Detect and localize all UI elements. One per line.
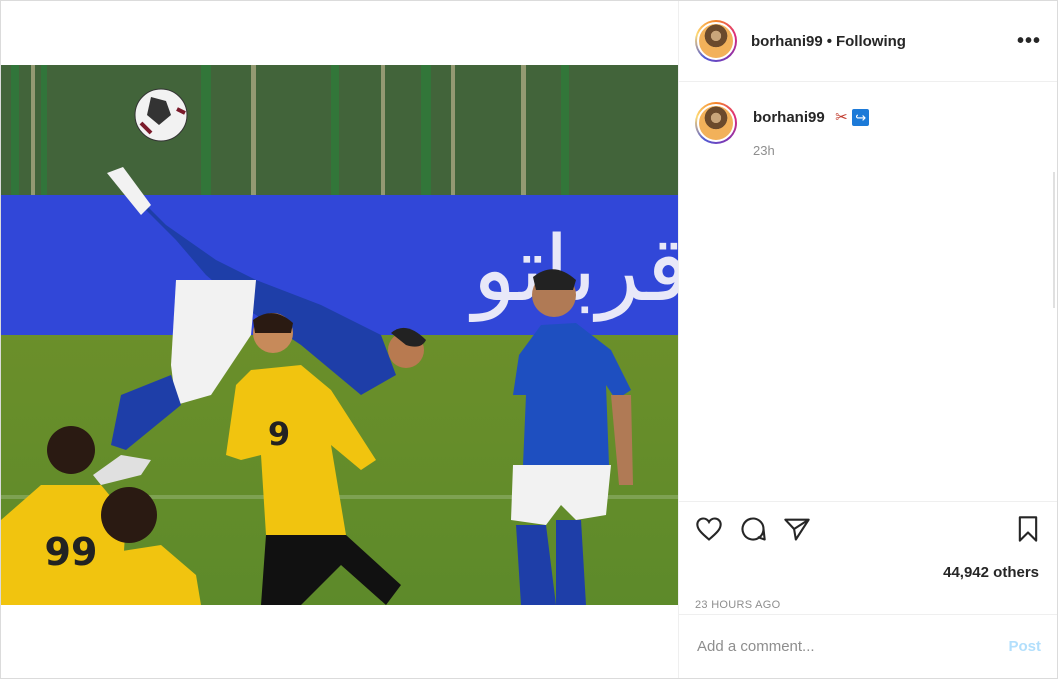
post-comment-button[interactable]: Post bbox=[1008, 638, 1041, 655]
heart-icon[interactable] bbox=[695, 516, 723, 542]
action-bar bbox=[695, 514, 1041, 544]
post-sidebar: borhani99 • Following ••• borhani99 ✂ ↪ … bbox=[678, 1, 1057, 678]
comment-icon[interactable] bbox=[739, 515, 767, 543]
ad-banner-text: قرباتو bbox=[469, 217, 678, 322]
caption-text: borhani99 ✂ ↪ 23h bbox=[753, 108, 870, 158]
post-header: borhani99 • Following ••• bbox=[679, 1, 1057, 82]
caption: borhani99 ✂ ↪ 23h bbox=[695, 102, 1041, 158]
comment-input[interactable] bbox=[695, 637, 1009, 656]
post-dialog: قرباتو 9 99 borhani99 • Following ••• bo… bbox=[0, 0, 1058, 679]
post-timestamp[interactable]: 23 HOURS AGO bbox=[695, 599, 1041, 611]
soccer-photo: قرباتو 9 99 bbox=[1, 65, 678, 605]
comment-form: Post bbox=[679, 614, 1057, 678]
bookmark-icon[interactable] bbox=[1015, 515, 1041, 543]
svg-text:9: 9 bbox=[268, 415, 290, 453]
avatar-image bbox=[697, 22, 735, 60]
share-icon[interactable] bbox=[783, 516, 811, 542]
arrow-emoji-icon: ↪ bbox=[852, 109, 870, 127]
username-link[interactable]: borhani99 bbox=[751, 33, 823, 50]
avatar[interactable] bbox=[695, 20, 737, 62]
following-button[interactable]: Following bbox=[836, 33, 906, 50]
avatar[interactable] bbox=[695, 102, 737, 144]
actions-area: 44,942 others 23 HOURS AGO bbox=[679, 501, 1057, 614]
caption-timestamp[interactable]: 23h bbox=[753, 143, 869, 158]
separator-dot: • bbox=[826, 32, 832, 50]
svg-text:99: 99 bbox=[45, 530, 98, 574]
avatar-image bbox=[697, 104, 735, 142]
post-image[interactable]: قرباتو 9 99 bbox=[1, 1, 678, 678]
scrollbar[interactable] bbox=[1053, 172, 1055, 308]
comments-area: borhani99 ✂ ↪ 23h bbox=[679, 82, 1057, 501]
likes-count[interactable]: 44,942 others bbox=[695, 564, 1039, 581]
more-options-icon[interactable]: ••• bbox=[1017, 30, 1041, 53]
caption-username[interactable]: borhani99 bbox=[753, 109, 825, 126]
scissors-emoji-icon: ✂ bbox=[835, 109, 848, 126]
